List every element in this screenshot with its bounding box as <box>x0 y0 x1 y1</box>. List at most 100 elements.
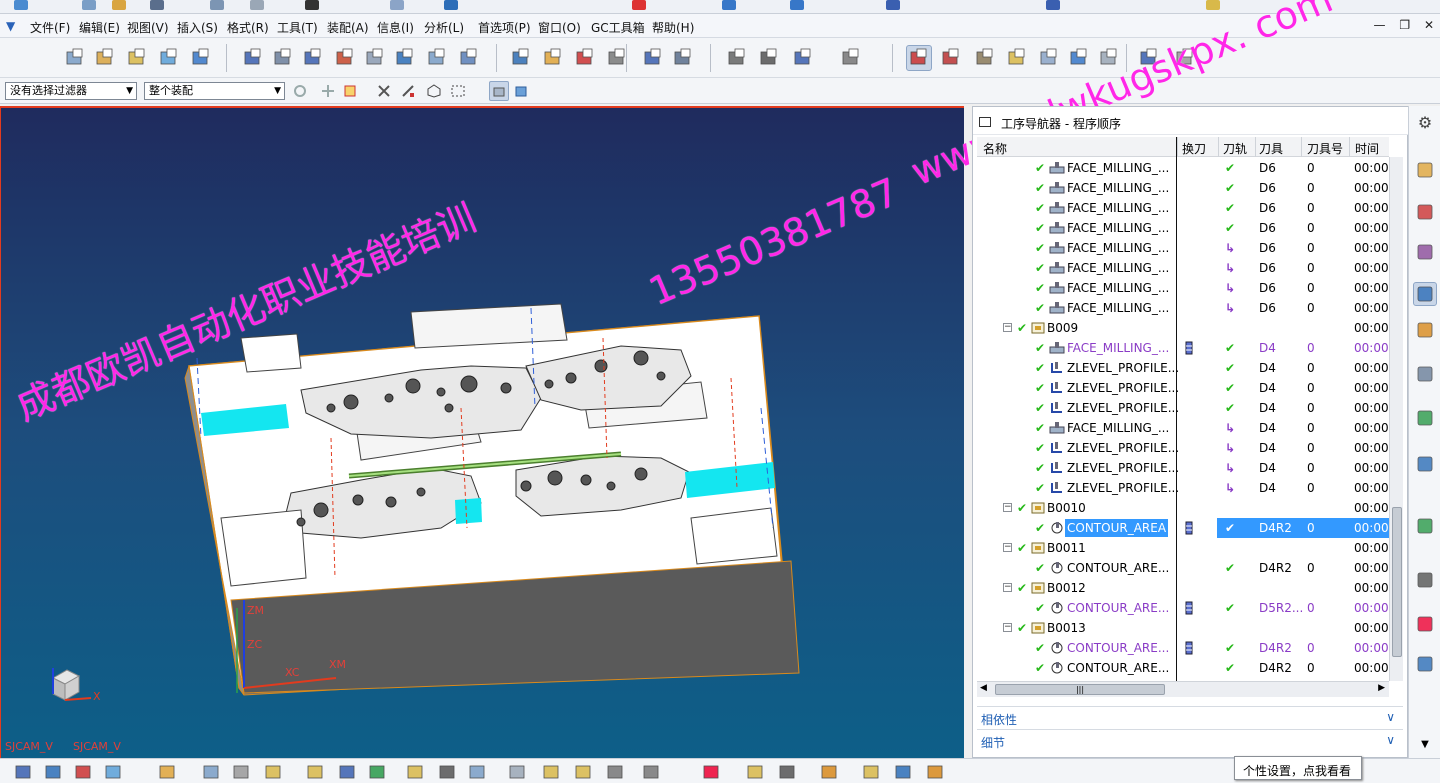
operation-navigator-icon[interactable] <box>1413 282 1437 306</box>
operation-row[interactable]: ✔ CONTOUR_ARE... ✔ D4R2 0 00:00 <box>977 638 1389 658</box>
operation-name[interactable]: B0010 <box>1045 499 1088 517</box>
snap-point-icon[interactable] <box>318 81 338 101</box>
program-group-row[interactable]: − ✔ B009 00:00 <box>977 318 1389 338</box>
collapse-icon[interactable]: − <box>1003 623 1012 632</box>
rectangle-select-icon[interactable] <box>448 81 468 101</box>
toolbar-icon[interactable] <box>790 0 804 10</box>
machine-sim-icon[interactable] <box>972 45 998 71</box>
display-object-icon[interactable] <box>424 45 450 71</box>
geometry-icon[interactable] <box>72 761 94 783</box>
section-view-icon[interactable] <box>604 761 626 783</box>
component-icon[interactable] <box>200 761 222 783</box>
collapse-icon[interactable]: − <box>1003 323 1012 332</box>
operation-name[interactable]: CONTOUR_ARE... <box>1065 639 1171 657</box>
vertical-scrollbar[interactable] <box>1389 157 1403 681</box>
program-order-view-icon[interactable] <box>240 45 266 71</box>
operation-name[interactable]: FACE_MILLING_... <box>1065 199 1171 217</box>
toolbar-icon[interactable] <box>886 0 900 10</box>
operation-row[interactable]: ✔ FACE_MILLING_... ✔ D6 0 00:00 <box>977 218 1389 238</box>
select-feature-icon[interactable] <box>340 81 360 101</box>
operation-row[interactable]: ✔ FACE_MILLING_... ↳ D6 0 00:00 <box>977 258 1389 278</box>
operation-row[interactable]: ✔ FACE_MILLING_... ✔ D6 0 00:00 <box>977 178 1389 198</box>
mirror-icon[interactable] <box>336 761 358 783</box>
toolbar-icon[interactable] <box>444 0 458 10</box>
select-body-icon[interactable] <box>374 81 394 101</box>
toolbar-icon[interactable] <box>305 0 319 10</box>
sequence-icon[interactable] <box>436 761 458 783</box>
render-icon[interactable] <box>700 761 722 783</box>
column-tool[interactable]: 刀具 <box>1259 140 1283 157</box>
program-group-row[interactable]: − ✔ B0011 00:00 <box>977 538 1389 558</box>
create-program-icon[interactable] <box>62 45 88 71</box>
close-icon[interactable]: ✕ <box>1424 18 1434 32</box>
select-edge-icon[interactable] <box>398 81 418 101</box>
toolbar-icon[interactable] <box>722 0 736 10</box>
operation-name[interactable]: FACE_MILLING_... <box>1065 219 1171 237</box>
operation-name[interactable]: FACE_MILLING_... <box>1065 179 1171 197</box>
menu-view[interactable]: 视图(V) <box>127 19 169 36</box>
toolbar-icon[interactable] <box>82 0 96 10</box>
create-method-icon[interactable] <box>156 45 182 71</box>
settings-gear-icon[interactable]: ⚙ <box>1413 110 1437 134</box>
operation-name[interactable]: CONTOUR_ARE... <box>1065 599 1171 617</box>
toolbar-icon[interactable] <box>112 0 126 10</box>
process-studio-icon[interactable] <box>1413 612 1437 636</box>
graphics-viewport[interactable]: ZM ZC XC XM X SJCAM_V SJCAM_V <box>0 106 964 758</box>
operation-row[interactable]: ✔ CONTOUR_ARE... ✔ D4R2 0 00:00 <box>977 658 1389 678</box>
operation-name[interactable]: B0012 <box>1045 579 1088 597</box>
operation-row[interactable]: ✔ CONTOUR_AREA ✔ D4R2 0 00:00 <box>977 518 1389 538</box>
scroll-left-icon[interactable]: ◀ <box>980 683 987 693</box>
feature-nav-icon[interactable] <box>938 45 964 71</box>
menu-analysis[interactable]: 分析(L) <box>424 19 464 36</box>
operation-name[interactable]: B0013 <box>1045 619 1088 637</box>
workpiece-icon[interactable] <box>724 45 750 71</box>
system-materials-icon[interactable] <box>1413 568 1437 592</box>
menu-preferences[interactable]: 首选项(P) <box>478 19 531 36</box>
block-icon[interactable] <box>892 761 914 783</box>
shop-docs-icon[interactable] <box>640 45 666 71</box>
mold-part-model[interactable] <box>1 108 965 760</box>
operation-name[interactable]: FACE_MILLING_... <box>1065 339 1171 357</box>
collapse-icon[interactable]: − <box>1003 503 1012 512</box>
menu-help[interactable]: 帮助(H) <box>652 19 694 36</box>
column-name[interactable]: 名称 <box>983 140 1007 157</box>
operation-name[interactable]: FACE_MILLING_... <box>1065 279 1171 297</box>
personalization-tooltip[interactable]: 个性设置，点我看看 <box>1234 756 1362 780</box>
program-group-row[interactable]: − ✔ B0013 00:00 <box>977 618 1389 638</box>
operation-name[interactable]: ZLEVEL_PROFILE... <box>1065 399 1181 417</box>
wave-link-icon[interactable] <box>156 761 178 783</box>
machine-tool-navigator-icon[interactable] <box>1413 318 1437 342</box>
create-operation-icon[interactable] <box>188 45 214 71</box>
pattern-icon[interactable] <box>366 761 388 783</box>
program-group-row[interactable]: − ✔ B0010 00:00 <box>977 498 1389 518</box>
generate-toolpath-icon[interactable] <box>508 45 534 71</box>
machine-tool-view-icon[interactable] <box>270 45 296 71</box>
display-3d-icon[interactable] <box>756 45 782 71</box>
web-browser-icon[interactable] <box>1413 452 1437 476</box>
operation-name[interactable]: FACE_MILLING_... <box>1065 299 1171 317</box>
assembly-navigator-icon[interactable] <box>1413 158 1437 182</box>
geometry-view-icon[interactable] <box>300 45 326 71</box>
operation-row[interactable]: ✔ FACE_MILLING_... ✔ D6 0 00:00 <box>977 198 1389 218</box>
cut-view-icon[interactable] <box>640 761 662 783</box>
operation-name[interactable]: CONTOUR_ARE... <box>1065 559 1171 577</box>
operation-row[interactable]: ✔ FACE_MILLING_... ✔ D6 0 00:00 <box>977 158 1389 178</box>
wave-geometry-icon[interactable] <box>540 761 562 783</box>
scroll-right-icon[interactable]: ▶ <box>1378 683 1385 693</box>
program-view-icon[interactable] <box>42 761 64 783</box>
collapse-icon[interactable]: − <box>1003 543 1012 552</box>
column-time[interactable]: 时间 <box>1355 140 1379 157</box>
column-path[interactable]: 刀轨 <box>1223 140 1247 157</box>
list-toolpath-icon[interactable] <box>572 45 598 71</box>
operation-row[interactable]: ✔ FACE_MILLING_... ↳ D6 0 00:00 <box>977 298 1389 318</box>
cad-model-icon[interactable] <box>506 761 528 783</box>
restore-icon[interactable]: ❐ <box>1399 18 1410 32</box>
selection-filter-dropdown[interactable]: 没有选择过滤器 ▼ <box>5 82 137 100</box>
details-section[interactable]: 细节 ∨ <box>977 729 1403 751</box>
method-icon[interactable] <box>102 761 124 783</box>
program-group-row[interactable]: − ✔ B0012 00:00 <box>977 578 1389 598</box>
create-geometry-icon[interactable] <box>124 45 150 71</box>
menu-gc-toolkit[interactable]: GC工具箱 <box>591 19 645 36</box>
operation-row[interactable]: ✔ FACE_MILLING_... ↳ D4 0 00:00 <box>977 418 1389 438</box>
wireframe-view-icon[interactable] <box>511 81 531 101</box>
